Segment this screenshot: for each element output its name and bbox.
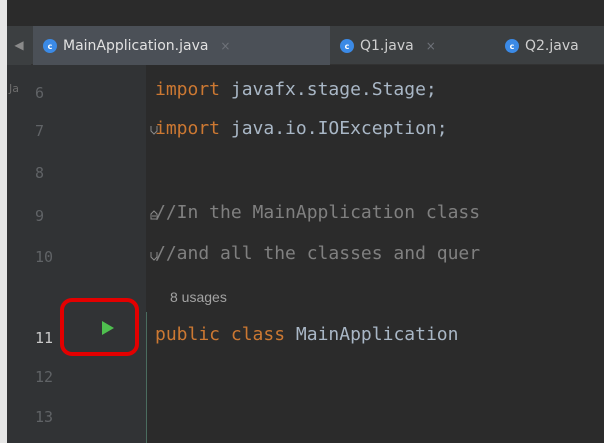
editor-gutter[interactable]: Ja 6 7 8 9 10 11 12 13 (7, 65, 146, 443)
tab-label: Q2.java (525, 37, 579, 54)
svg-text:c: c (48, 42, 53, 51)
ide-window: ◀ c MainApplication.java × c Q1.java × c… (0, 0, 604, 443)
keyword: import (155, 79, 221, 100)
tab-close-icon[interactable]: × (218, 39, 232, 53)
class-name: MainApplication (295, 324, 459, 345)
code-comment: //and all the classes and quer (155, 243, 481, 264)
java-class-icon: c (43, 38, 57, 53)
tabs-scroll-left-icon[interactable]: ◀ (7, 26, 31, 65)
tab-close-icon[interactable]: × (424, 39, 438, 53)
code-line-9[interactable]: //In the MainApplication class (155, 202, 480, 223)
code-text: javafx.stage.Stage; (220, 79, 437, 100)
java-class-icon: c (340, 38, 354, 53)
editor-tabs-bar: ◀ c MainApplication.java × c Q1.java × c… (7, 26, 604, 65)
line-number: 12 (35, 368, 54, 386)
tab-q1[interactable]: c Q1.java × (330, 26, 495, 65)
tab-q2[interactable]: c Q2.java (495, 26, 604, 65)
tab-mainapplication[interactable]: c MainApplication.java × (33, 26, 330, 65)
code-line-6[interactable]: import javafx.stage.Stage; (155, 79, 437, 100)
line-number: 10 (35, 248, 54, 266)
usages-hint[interactable]: 8 usages (170, 289, 227, 305)
keyword: class (230, 324, 286, 345)
code-line-10[interactable]: //and all the classes and quer (155, 243, 480, 264)
code-editor[interactable]: Ja 6 7 8 9 10 11 12 13 import javafx.sta… (7, 65, 604, 443)
code-comment: //In the MainApplication class (155, 202, 481, 223)
line-number: 9 (35, 207, 45, 225)
line-number: 8 (35, 164, 45, 182)
line-number: 7 (35, 122, 45, 140)
keyword: import (155, 118, 221, 139)
code-line-11[interactable]: public class MainApplication (155, 324, 458, 345)
code-line-7[interactable]: import java.io.IOException; (155, 118, 448, 139)
gutter-hint: Ja (9, 82, 19, 95)
left-window-edge (0, 0, 7, 443)
java-class-icon: c (505, 38, 519, 53)
line-number: 6 (35, 84, 45, 102)
keyword: public (155, 324, 221, 345)
gutter-separator (146, 312, 147, 443)
svg-text:c: c (345, 42, 350, 51)
line-number: 13 (35, 408, 54, 426)
tab-label: MainApplication.java (63, 37, 209, 54)
tab-label: Q1.java (360, 37, 414, 54)
svg-text:c: c (510, 42, 515, 51)
run-triangle-icon[interactable] (100, 320, 116, 336)
code-text: java.io.IOException; (220, 118, 448, 139)
